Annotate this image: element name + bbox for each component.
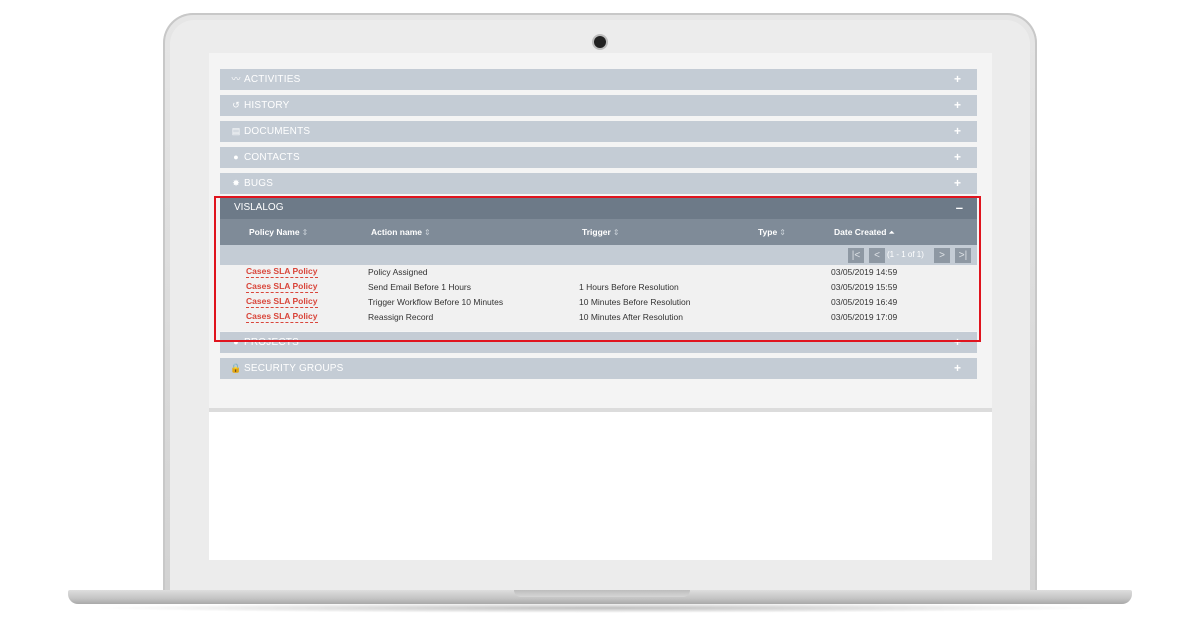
sort-icon: ⇕: [424, 228, 431, 237]
action-cell: Send Email Before 1 Hours: [368, 282, 471, 292]
chart-line-icon: 〰: [231, 74, 241, 84]
history-icon: ↺: [232, 100, 240, 110]
sort-icon: ⇕: [779, 228, 786, 237]
date-cell: 03/05/2019 14:59: [831, 267, 898, 277]
panel-title: SECURITY GROUPS: [244, 363, 344, 374]
panel-title: CONTACTS: [244, 152, 300, 163]
panel-vislalog-header[interactable]: VISLALOG –: [220, 197, 977, 219]
subpanels-area: 〰 ACTIVITIES + ↺ HISTORY + ▤ DOCUMENTS +…: [209, 53, 992, 411]
expand-icon[interactable]: +: [954, 173, 961, 194]
policy-link[interactable]: Cases SLA Policy: [246, 265, 318, 278]
panel-documents[interactable]: ▤ DOCUMENTS +: [220, 121, 977, 142]
person-icon: ●: [233, 152, 239, 162]
next-page-button[interactable]: >: [934, 248, 950, 263]
policy-link[interactable]: Cases SLA Policy: [246, 295, 318, 308]
trigger-cell: 10 Minutes After Resolution: [579, 312, 683, 322]
panel-security-groups[interactable]: 🔒 SECURITY GROUPS +: [220, 358, 977, 379]
column-policy-name[interactable]: Policy Name ⇕: [249, 219, 308, 246]
expand-icon[interactable]: +: [954, 332, 961, 353]
project-icon: ●: [233, 337, 239, 347]
collapse-icon[interactable]: –: [956, 197, 963, 219]
table-row: Cases SLA Policy Reassign Record 10 Minu…: [220, 310, 977, 325]
action-cell: Reassign Record: [368, 312, 434, 322]
panel-projects[interactable]: ● PROJECTS +: [220, 332, 977, 353]
document-icon: ▤: [231, 126, 241, 136]
sort-icon: ⇕: [612, 228, 620, 237]
bug-icon: ✸: [232, 178, 240, 188]
last-page-button[interactable]: >|: [955, 248, 971, 263]
panel-history[interactable]: ↺ HISTORY +: [220, 95, 977, 116]
vislalog-table-body: Cases SLA Policy Policy Assigned 03/05/2…: [220, 265, 977, 331]
table-header: Policy Name ⇕ Action name ⇕ Trigger ⇕ Type ⇕…: [220, 219, 977, 245]
panel-title: HISTORY: [244, 100, 290, 111]
divider: [209, 408, 992, 412]
table-row: Cases SLA Policy Policy Assigned 03/05/2…: [220, 265, 977, 280]
pagination-bar: |< < (1 - 1 of 1) > >|: [220, 245, 977, 265]
expand-icon[interactable]: +: [954, 121, 961, 142]
expand-icon[interactable]: +: [954, 358, 961, 379]
panel-bugs[interactable]: ✸ BUGS +: [220, 173, 977, 194]
expand-icon[interactable]: +: [954, 69, 961, 90]
prev-page-button[interactable]: <: [869, 248, 885, 263]
policy-link[interactable]: Cases SLA Policy: [246, 280, 318, 293]
panel-title: ACTIVITIES: [244, 74, 301, 85]
laptop-screen: 〰 ACTIVITIES + ↺ HISTORY + ▤ DOCUMENTS +…: [209, 53, 992, 560]
laptop-notch: [514, 590, 690, 597]
first-page-button[interactable]: |<: [848, 248, 864, 263]
trigger-cell: 1 Hours Before Resolution: [579, 282, 679, 292]
panel-activities[interactable]: 〰 ACTIVITIES +: [220, 69, 977, 90]
table-row: Cases SLA Policy Trigger Workflow Before…: [220, 295, 977, 310]
column-trigger[interactable]: Trigger ⇕: [582, 219, 620, 246]
panel-title: PROJECTS: [244, 337, 299, 348]
expand-icon[interactable]: +: [954, 147, 961, 168]
trigger-cell: 10 Minutes Before Resolution: [579, 297, 691, 307]
panel-title: BUGS: [244, 178, 274, 189]
policy-link[interactable]: Cases SLA Policy: [246, 310, 318, 323]
date-cell: 03/05/2019 15:59: [831, 282, 898, 292]
panel-title: VISLALOG: [234, 202, 284, 213]
date-cell: 03/05/2019 16:49: [831, 297, 898, 307]
pagination-label: (1 - 1 of 1): [887, 250, 924, 259]
expand-icon[interactable]: +: [954, 95, 961, 116]
column-date-created[interactable]: Date Created ⏶: [834, 219, 895, 246]
panel-title: DOCUMENTS: [244, 126, 311, 137]
column-type[interactable]: Type ⇕: [758, 219, 786, 246]
laptop-shadow: [90, 603, 1110, 613]
sort-ascending-icon: ⏶: [888, 228, 895, 237]
action-cell: Trigger Workflow Before 10 Minutes: [368, 297, 504, 307]
camera-icon: [594, 36, 606, 48]
action-cell: Policy Assigned: [368, 267, 428, 277]
date-cell: 03/05/2019 17:09: [831, 312, 898, 322]
table-row: Cases SLA Policy Send Email Before 1 Hou…: [220, 280, 977, 295]
panel-contacts[interactable]: ● CONTACTS +: [220, 147, 977, 168]
column-action-name[interactable]: Action name ⇕: [371, 219, 431, 246]
sort-icon: ⇕: [301, 228, 309, 237]
lock-icon: 🔒: [230, 363, 242, 373]
